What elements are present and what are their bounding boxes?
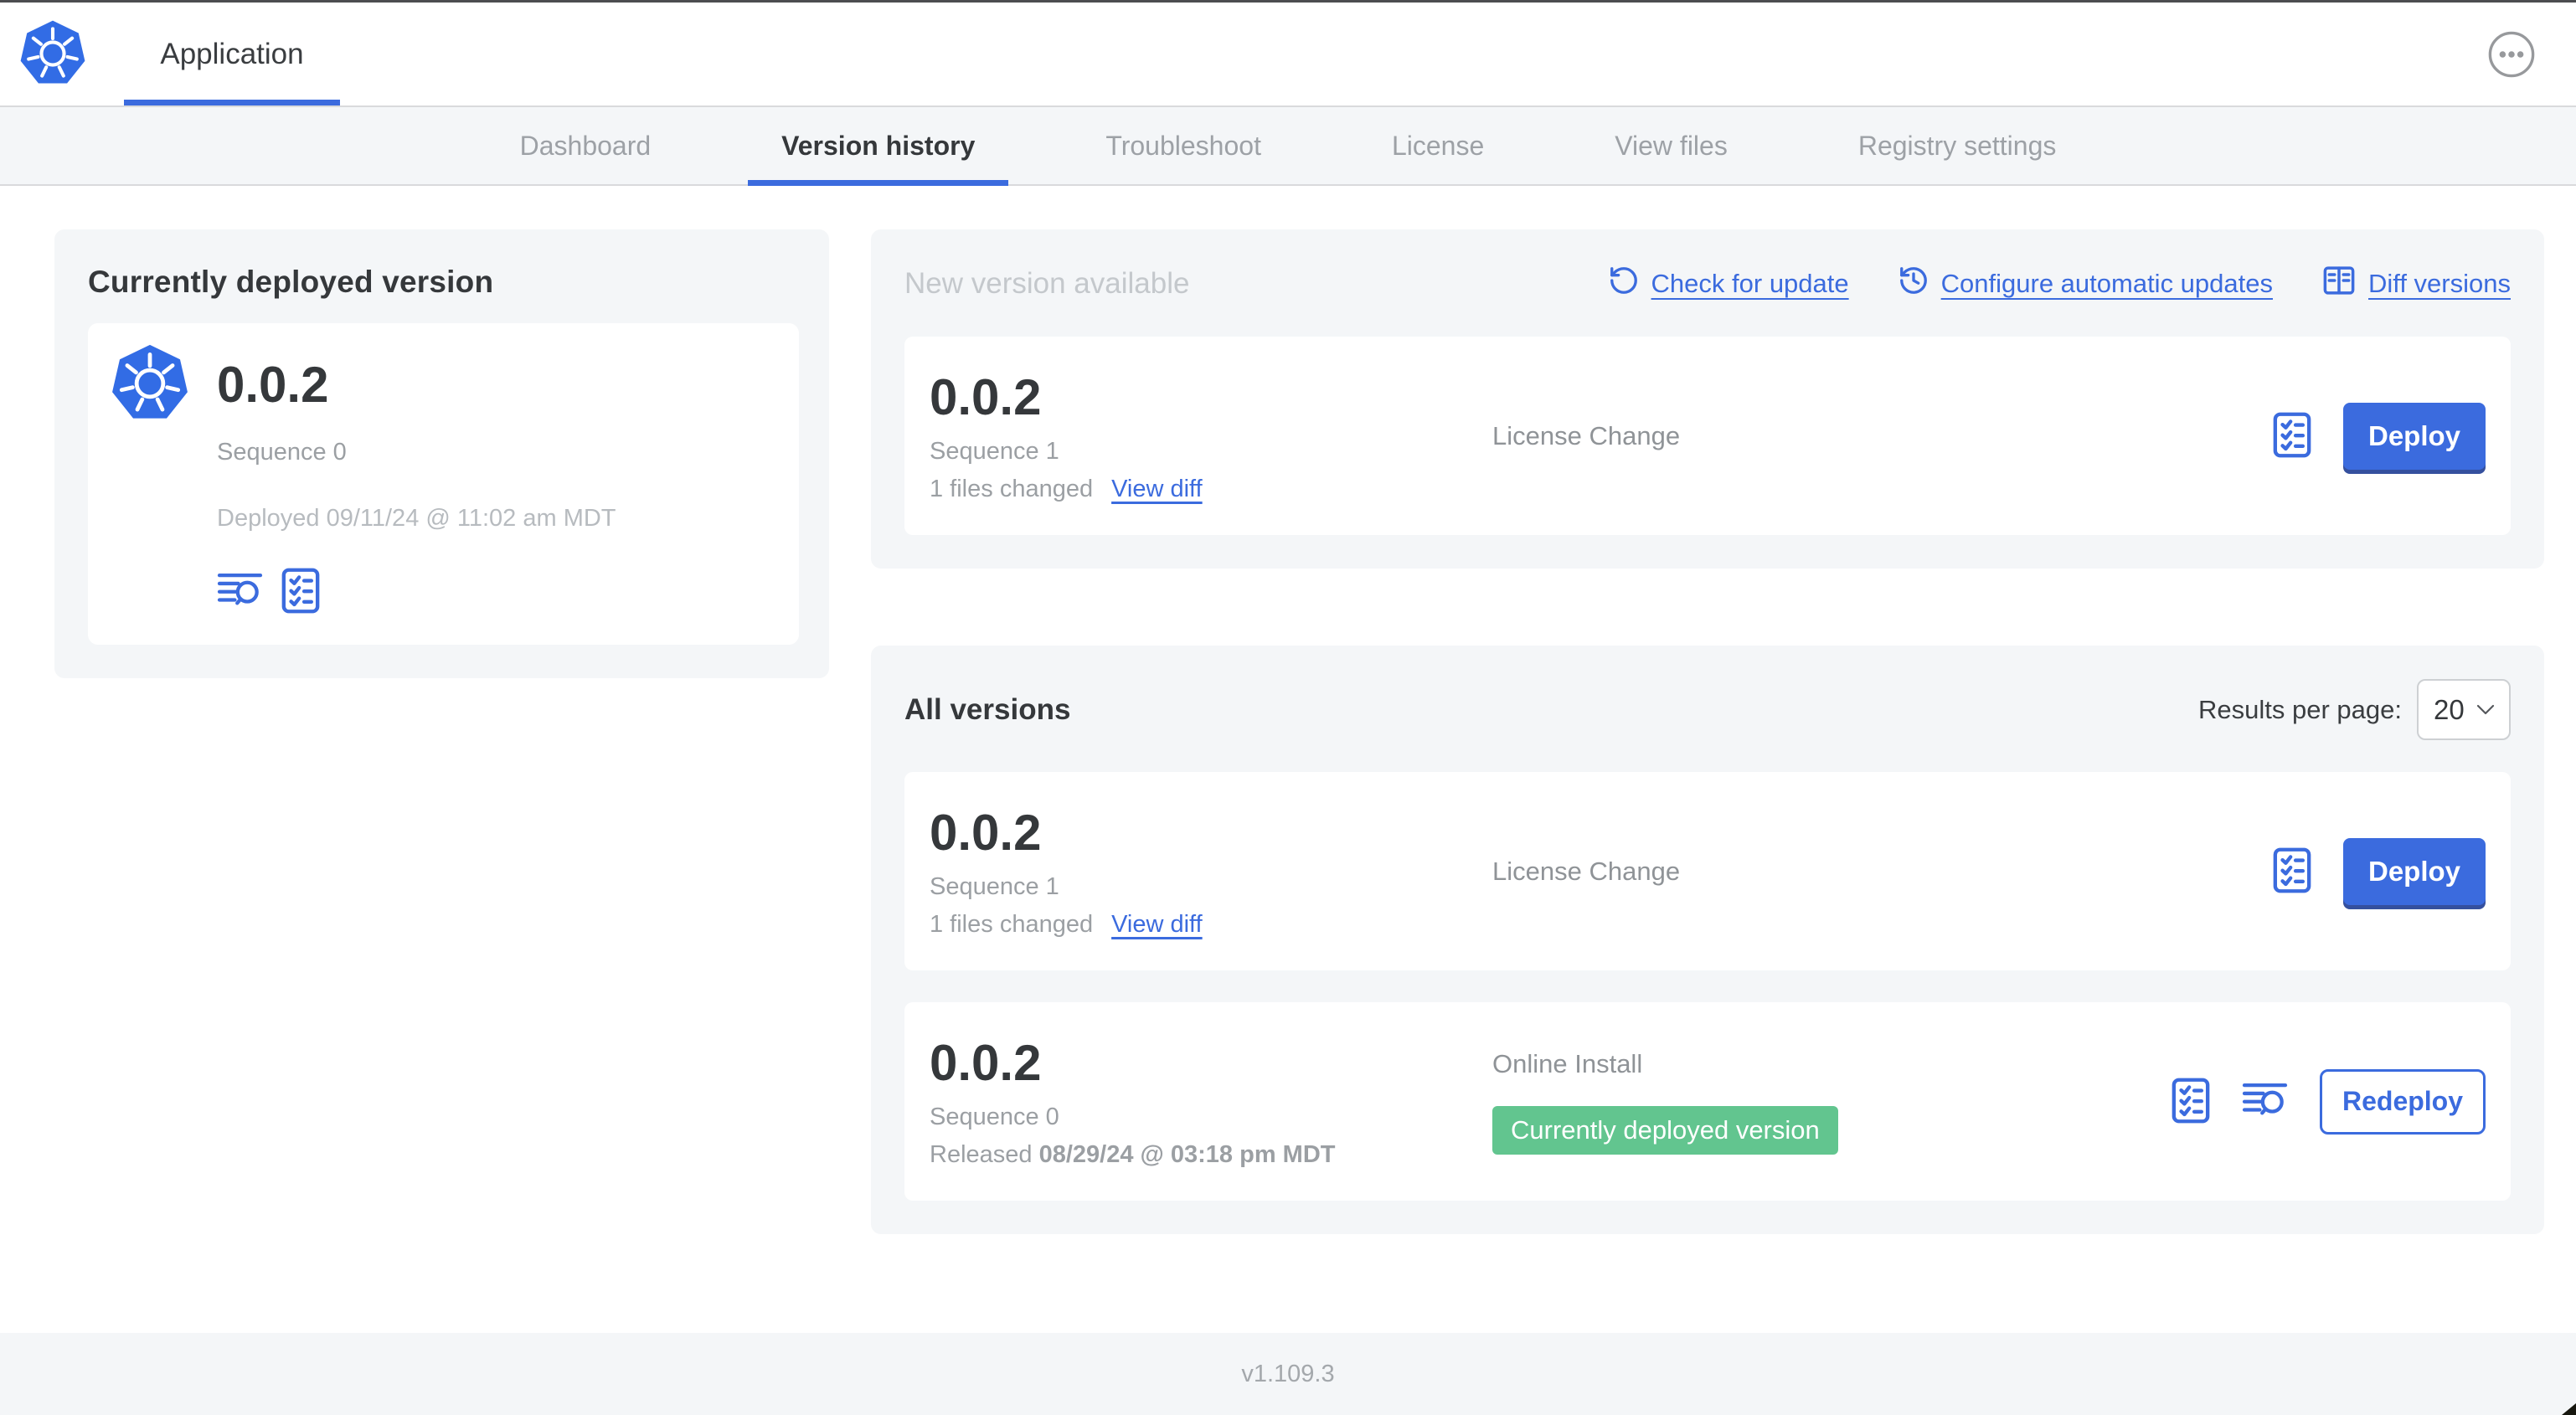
files-changed-label: 1 files changed — [930, 911, 1094, 938]
new-version-title: New version available — [904, 267, 1190, 300]
view-logs-button[interactable] — [217, 572, 263, 612]
tab-view-files[interactable]: View files — [1549, 107, 1793, 184]
change-type-label: License Change — [1492, 856, 1681, 886]
currently-deployed-panel: Currently deployed version 0.0.2 Sequenc… — [54, 229, 829, 678]
version-row-sequence-0: 0.0.2 Sequence 0 Released 08/29/24 @ 03:… — [904, 1002, 2511, 1201]
tab-version-history[interactable]: Version history — [716, 107, 1040, 186]
version-number: 0.0.2 — [930, 1035, 1042, 1091]
deploy-button[interactable]: Deploy — [2343, 402, 2486, 470]
version-number: 0.0.2 — [930, 805, 1042, 861]
preflight-checklist-button[interactable] — [2273, 412, 2311, 461]
version-actions: Check for update Configure automatic upd… — [1608, 263, 2511, 305]
all-versions-panel: All versions Results per page: 20 0.0.2 … — [871, 646, 2544, 1234]
ellipsis-menu-icon — [2488, 31, 2535, 78]
diff-versions-link[interactable]: Diff versions — [2321, 263, 2511, 305]
change-type-label: Online Install — [1492, 1049, 1643, 1078]
released-timestamp: Released 08/29/24 @ 03:18 pm MDT — [930, 1141, 1336, 1168]
main-content: Currently deployed version 0.0.2 Sequenc… — [0, 186, 2576, 1234]
deployed-version-number: 0.0.2 — [217, 356, 329, 413]
preflight-checklist-button[interactable] — [2172, 1078, 2210, 1126]
right-column: New version available Check for update C… — [871, 229, 2544, 1234]
kubernetes-logo-icon — [18, 19, 87, 90]
diff-versions-label: Diff versions — [2368, 269, 2511, 298]
results-per-page-label: Results per page: — [2198, 694, 2402, 724]
redeploy-button[interactable]: Redeploy — [2320, 1068, 2486, 1135]
configure-automatic-updates-link[interactable]: Configure automatic updates — [1898, 265, 2273, 303]
view-logs-button[interactable] — [2242, 1082, 2288, 1122]
version-sequence: Sequence 1 — [930, 873, 1059, 900]
view-diff-link[interactable]: View diff — [1111, 911, 1203, 939]
currently-deployed-card: 0.0.2 Sequence 0 Deployed 09/11/24 @ 11:… — [88, 323, 799, 645]
clock-refresh-icon — [1898, 265, 1929, 303]
view-diff-link[interactable]: View diff — [1111, 476, 1203, 503]
app-tab-label: Application — [160, 37, 304, 70]
preflight-checklist-button[interactable] — [281, 568, 320, 616]
chevron-down-icon — [2476, 704, 2495, 715]
tab-troubleshoot[interactable]: Troubleshoot — [1040, 107, 1327, 184]
currently-deployed-badge: Currently deployed version — [1492, 1106, 1838, 1155]
files-changed-label: 1 files changed — [930, 476, 1094, 502]
version-sequence: Sequence 0 — [930, 1104, 1059, 1130]
checklist-icon — [2172, 1078, 2210, 1126]
deploy-button[interactable]: Deploy — [2343, 837, 2486, 905]
top-bar: Application — [0, 3, 2576, 105]
results-per-page-value: 20 — [2434, 693, 2465, 725]
new-version-card: 0.0.2 Sequence 1 1 files changed View di… — [904, 337, 2511, 535]
tab-dashboard[interactable]: Dashboard — [455, 107, 717, 184]
checklist-icon — [2273, 412, 2311, 461]
preflight-checklist-button[interactable] — [2273, 847, 2311, 896]
app-window: Application Dashboard Version history Tr… — [0, 0, 2576, 1415]
console-version: v1.109.3 — [1241, 1360, 1335, 1387]
logs-icon — [2242, 1082, 2288, 1122]
deployed-sequence: Sequence 0 — [217, 439, 347, 466]
version-sequence: Sequence 1 — [930, 438, 1059, 465]
results-per-page-select[interactable]: 20 — [2417, 679, 2511, 740]
app-tab-application[interactable]: Application — [124, 3, 340, 105]
checklist-icon — [281, 568, 320, 616]
refresh-icon — [1608, 265, 1640, 303]
overflow-menu-button[interactable] — [2487, 30, 2536, 79]
section-nav: Dashboard Version history Troubleshoot L… — [0, 105, 2576, 186]
deployed-timestamp: Deployed 09/11/24 @ 11:02 am MDT — [217, 505, 616, 532]
version-number: 0.0.2 — [930, 369, 1042, 425]
currently-deployed-title: Currently deployed version — [88, 265, 494, 299]
configure-automatic-updates-label: Configure automatic updates — [1940, 269, 2273, 298]
checklist-icon — [2273, 847, 2311, 896]
diff-icon — [2321, 263, 2357, 305]
tab-license[interactable]: License — [1327, 107, 1549, 184]
check-for-update-link[interactable]: Check for update — [1608, 265, 1849, 303]
all-versions-title: All versions — [904, 692, 1071, 726]
new-version-panel: New version available Check for update C… — [871, 229, 2544, 569]
logs-icon — [217, 572, 263, 612]
footer: v1.109.3 — [0, 1333, 2576, 1415]
check-for-update-label: Check for update — [1651, 269, 1849, 298]
change-type-label: License Change — [1492, 420, 1681, 450]
kubernetes-logo-icon — [110, 343, 190, 425]
version-row-sequence-1: 0.0.2 Sequence 1 1 files changed View di… — [904, 772, 2511, 970]
tab-registry-settings[interactable]: Registry settings — [1793, 107, 2122, 184]
